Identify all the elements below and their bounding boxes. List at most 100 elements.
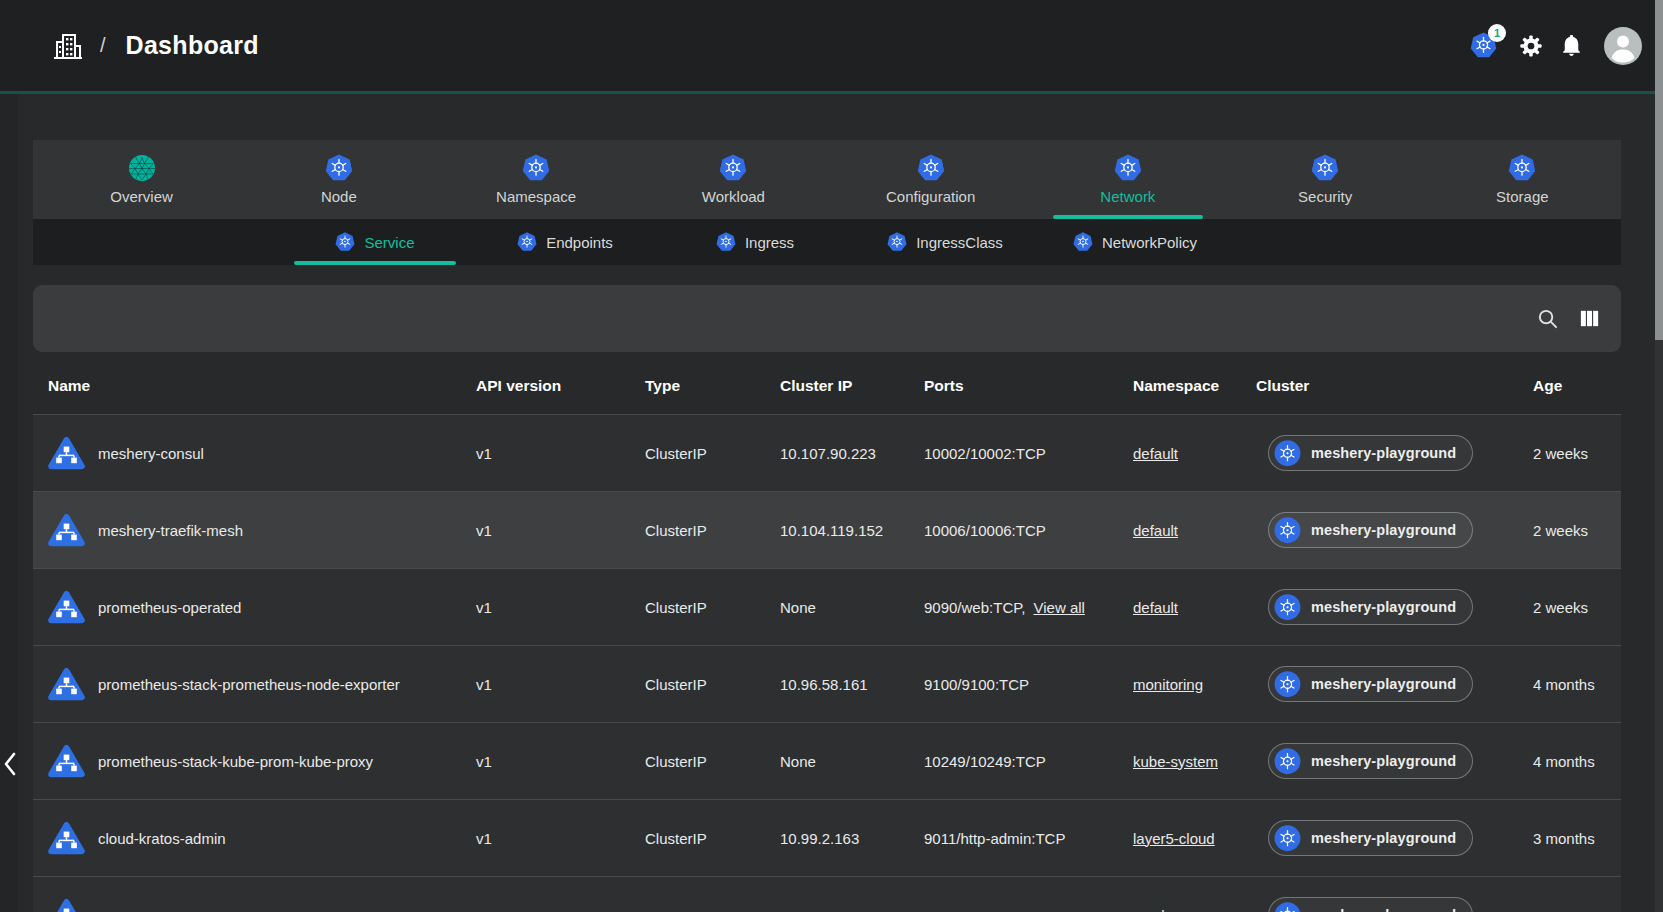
kubernetes-icon <box>887 232 907 252</box>
kubernetes-icon <box>335 232 355 252</box>
sub-tab-networkpolicy[interactable]: NetworkPolicy <box>1040 219 1230 265</box>
cell-cluster: meshery-playground <box>1256 512 1518 548</box>
cell-api-version: v1 <box>476 676 645 693</box>
cluster-chip[interactable]: meshery-playground <box>1268 666 1473 702</box>
sub-tab-endpoints[interactable]: Endpoints <box>470 219 660 265</box>
network-resource-subtabs: Service Endpoints Ingress IngressClass N… <box>33 219 1621 265</box>
nav-tab-node[interactable]: Node <box>240 140 437 219</box>
nav-tab-security[interactable]: Security <box>1227 140 1424 219</box>
cluster-chip[interactable]: meshery-playground <box>1268 435 1473 471</box>
cell-cluster-ip: 10.96.58.161 <box>780 676 924 693</box>
cell-age: 4 months <box>1518 753 1621 770</box>
nav-tab-label: Network <box>1100 188 1155 205</box>
table-row[interactable]: prometheus-operated v1 ClusterIP None 90… <box>33 568 1621 645</box>
column-header-age[interactable]: Age <box>1518 377 1621 395</box>
user-avatar[interactable] <box>1604 27 1642 65</box>
sub-tab-label: Ingress <box>745 234 794 251</box>
nav-tab-namespace[interactable]: Namespace <box>438 140 635 219</box>
column-header-namespace[interactable]: Namespace <box>1133 377 1256 395</box>
cell-api-version: v1 <box>476 445 645 462</box>
organization-building-icon[interactable] <box>52 30 84 62</box>
settings-gear-icon[interactable] <box>1518 33 1544 59</box>
sub-tab-ingressclass[interactable]: IngressClass <box>850 219 1040 265</box>
header-accent-divider <box>0 91 1663 94</box>
cell-cluster: meshery-playground <box>1256 820 1518 856</box>
namespace-link[interactable]: default <box>1133 599 1178 616</box>
cell-api-version: v1 <box>476 753 645 770</box>
table-row[interactable]: meshery- meshery-playground <box>33 876 1621 912</box>
kubernetes-icon <box>1114 154 1142 182</box>
service-icon <box>48 744 85 778</box>
cluster-chip-label: meshery-playground <box>1311 907 1456 912</box>
scrollbar-thumb[interactable] <box>1655 0 1663 340</box>
namespace-link[interactable]: default <box>1133 445 1178 462</box>
kubernetes-icon <box>1274 902 1301 912</box>
cell-namespace: default <box>1133 522 1256 539</box>
cell-age: 4 months <box>1518 676 1621 693</box>
table-toolbar <box>33 285 1621 352</box>
nav-tab-network[interactable]: Network <box>1029 140 1226 219</box>
kubernetes-icon <box>1274 748 1301 775</box>
nav-tab-configuration[interactable]: Configuration <box>832 140 1029 219</box>
cell-cluster: meshery-playground <box>1256 435 1518 471</box>
cluster-chip-label: meshery-playground <box>1311 445 1456 461</box>
table-row[interactable]: meshery-traefik-mesh v1 ClusterIP 10.104… <box>33 491 1621 568</box>
cell-type: ClusterIP <box>645 445 780 462</box>
sub-tab-service[interactable]: Service <box>280 219 470 265</box>
namespace-link[interactable]: meshery- <box>1133 907 1196 912</box>
cell-cluster: meshery-playground <box>1256 666 1518 702</box>
service-name: meshery-consul <box>98 445 204 462</box>
table-row[interactable]: cloud-kratos-admin v1 ClusterIP 10.99.2.… <box>33 799 1621 876</box>
search-icon[interactable] <box>1536 307 1559 330</box>
table-row[interactable]: prometheus-stack-prometheus-node-exporte… <box>33 645 1621 722</box>
cluster-chip[interactable]: meshery-playground <box>1268 512 1473 548</box>
cluster-chip[interactable]: meshery-playground <box>1268 897 1473 912</box>
view-columns-icon[interactable] <box>1578 307 1601 330</box>
service-icon <box>48 898 85 912</box>
view-all-link[interactable]: View all <box>1033 599 1084 616</box>
nav-tab-label: Security <box>1298 188 1352 205</box>
nav-tab-label: Namespace <box>496 188 576 205</box>
cluster-chip[interactable]: meshery-playground <box>1268 743 1473 779</box>
kubernetes-icon <box>1274 594 1301 621</box>
sub-tab-ingress[interactable]: Ingress <box>660 219 850 265</box>
column-header-type[interactable]: Type <box>645 377 780 395</box>
resource-category-tabs: Overview Node Namespace Workload Configu… <box>33 140 1621 219</box>
table-row[interactable]: meshery-consul v1 ClusterIP 10.107.90.22… <box>33 414 1621 491</box>
service-icon <box>48 821 85 855</box>
cluster-chip[interactable]: meshery-playground <box>1268 589 1473 625</box>
nav-tab-workload[interactable]: Workload <box>635 140 832 219</box>
cell-namespace: default <box>1133 445 1256 462</box>
cell-namespace: kube-system <box>1133 753 1256 770</box>
cell-cluster-ip: None <box>780 599 924 616</box>
cell-namespace: layer5-cloud <box>1133 830 1256 847</box>
service-icon <box>48 513 85 547</box>
cluster-chip-label: meshery-playground <box>1311 676 1456 692</box>
notifications-bell-icon[interactable] <box>1559 33 1584 58</box>
kubernetes-icon <box>1311 154 1339 182</box>
service-name: prometheus-operated <box>98 599 241 616</box>
namespace-link[interactable]: kube-system <box>1133 753 1218 770</box>
kubernetes-icon <box>719 154 747 182</box>
service-name: prometheus-stack-prometheus-node-exporte… <box>98 676 400 693</box>
collapse-panel-chevron-icon[interactable] <box>2 750 18 778</box>
table-row[interactable]: prometheus-stack-kube-prom-kube-proxy v1… <box>33 722 1621 799</box>
column-header-api-version[interactable]: API version <box>476 377 645 395</box>
column-header-cluster[interactable]: Cluster <box>1256 377 1518 395</box>
cell-namespace: default <box>1133 599 1256 616</box>
service-icon <box>48 590 85 624</box>
column-header-cluster-ip[interactable]: Cluster IP <box>780 377 924 395</box>
column-header-ports[interactable]: Ports <box>924 377 1133 395</box>
nav-tab-storage[interactable]: Storage <box>1424 140 1621 219</box>
namespace-link[interactable]: monitoring <box>1133 676 1203 693</box>
column-header-name[interactable]: Name <box>33 377 476 395</box>
cell-ports: 9090/web:TCP,View all <box>924 599 1133 616</box>
nav-tab-label: Workload <box>702 188 765 205</box>
service-icon <box>48 436 85 470</box>
nav-tab-overview[interactable]: Overview <box>43 140 240 219</box>
namespace-link[interactable]: default <box>1133 522 1178 539</box>
cluster-chip[interactable]: meshery-playground <box>1268 820 1473 856</box>
namespace-link[interactable]: layer5-cloud <box>1133 830 1215 847</box>
sub-tab-label: IngressClass <box>916 234 1003 251</box>
cell-cluster-ip: None <box>780 753 924 770</box>
